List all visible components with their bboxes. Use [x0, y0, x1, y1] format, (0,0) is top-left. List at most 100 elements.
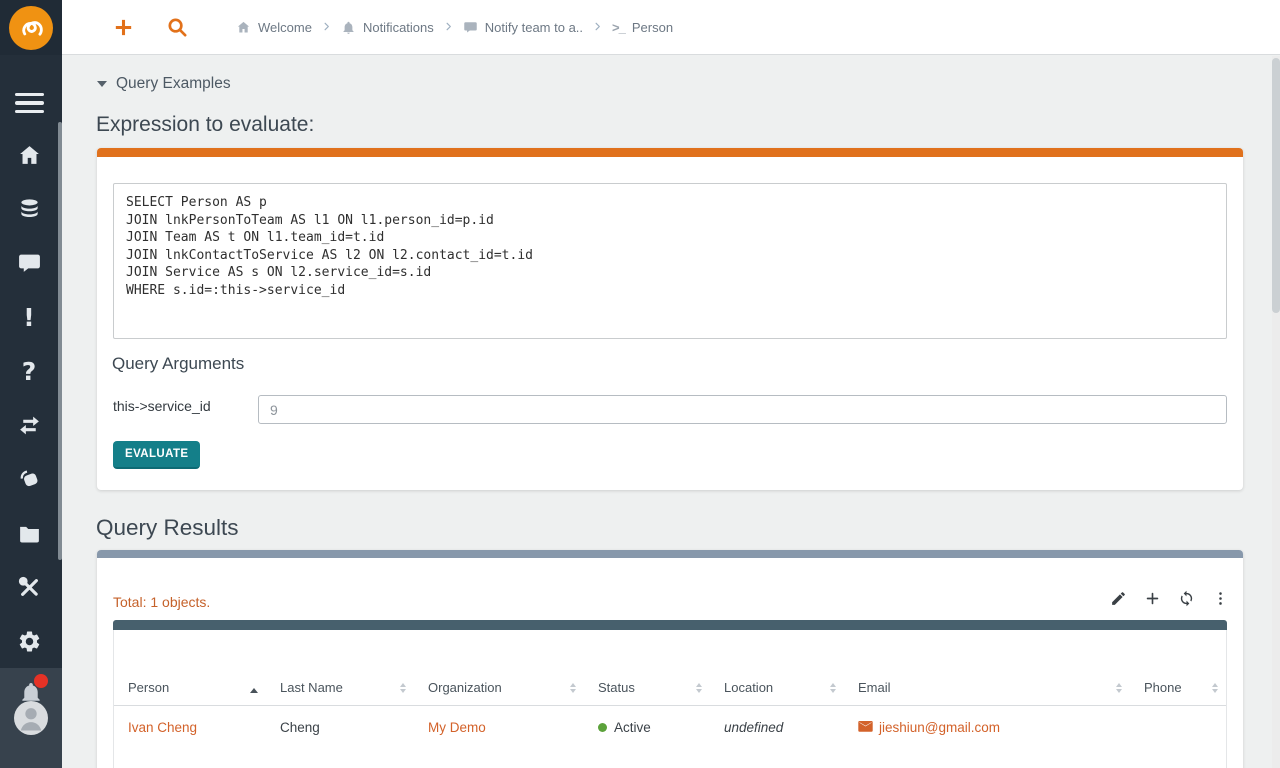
edit-button[interactable] — [1110, 590, 1127, 607]
breadcrumb-label: Person — [631, 20, 674, 35]
table-accent-bar — [113, 620, 1227, 630]
query-results-title: Query Results — [96, 515, 239, 540]
argument-value-input[interactable] — [258, 395, 1227, 424]
sort-icon — [696, 683, 702, 695]
chat-icon — [18, 254, 40, 272]
plus-icon — [115, 19, 132, 36]
sidebar-item-settings[interactable] — [0, 614, 58, 668]
breadcrumb-label: Notify team to a.. — [484, 20, 584, 35]
sort-icon — [570, 683, 576, 695]
sidebar-scrollbar-thumb[interactable] — [58, 122, 62, 560]
sidebar-item-database[interactable] — [0, 182, 58, 236]
tools-icon — [18, 576, 38, 596]
app-logo[interactable] — [9, 6, 53, 50]
main-content: Query Examples Expression to evaluate: S… — [62, 55, 1280, 768]
pencil-icon — [1112, 592, 1125, 605]
column-header-location[interactable]: Location — [710, 630, 844, 705]
status-cell: Active — [584, 706, 710, 768]
sidebar-item-transfers[interactable] — [0, 398, 58, 452]
logo-squiggle-icon — [22, 21, 43, 36]
sidebar-item-help[interactable]: ? — [0, 344, 58, 398]
sort-icon — [400, 683, 406, 695]
logo-area — [0, 0, 62, 55]
expression-panel: SELECT Person AS p JOIN lnkPersonToTeam … — [97, 148, 1243, 490]
sort-icon — [1116, 683, 1122, 695]
breadcrumb-item-notifications[interactable]: Notifications — [341, 20, 434, 35]
chat-icon — [464, 22, 477, 33]
page-scrollbar-track — [1272, 56, 1280, 768]
argument-label: this->service_id — [113, 398, 211, 414]
exclamation-icon: ! — [23, 302, 35, 332]
organization-link[interactable]: My Demo — [428, 720, 486, 735]
home-icon — [19, 145, 39, 164]
transfer-arrows-icon — [19, 416, 39, 434]
breadcrumb-item-notify-team[interactable]: Notify team to a.. — [463, 20, 583, 35]
status-active-dot — [598, 723, 607, 732]
email-link[interactable]: jieshiun@gmail.com — [879, 720, 1000, 735]
folder-icon — [19, 526, 39, 542]
sort-asc-icon — [250, 688, 258, 695]
sidebar-item-services[interactable] — [0, 452, 58, 506]
results-accent-bar — [97, 550, 1243, 558]
chevron-right-icon — [592, 20, 603, 35]
status-value: Active — [614, 720, 651, 735]
chevron-right-icon — [443, 20, 454, 35]
table-row: Ivan Cheng Cheng My Demo Active undefine… — [114, 706, 1226, 768]
column-header-organization[interactable]: Organization — [414, 630, 584, 705]
global-search-button[interactable] — [166, 16, 189, 39]
bell-icon — [343, 21, 354, 34]
sidebar-item-documents[interactable] — [0, 506, 58, 560]
user-avatar[interactable] — [14, 701, 48, 735]
column-header-last-name[interactable]: Last Name — [266, 630, 414, 705]
panel-accent-bar — [97, 148, 1243, 157]
more-actions-button[interactable] — [1212, 590, 1229, 607]
terminal-icon: >_ — [612, 20, 626, 35]
person-link[interactable]: Ivan Cheng — [128, 720, 197, 735]
last-name-value: Cheng — [280, 720, 320, 735]
menu-toggle-icon[interactable] — [0, 76, 58, 130]
column-header-email[interactable]: Email — [844, 630, 1130, 705]
page-scrollbar-thumb[interactable] — [1272, 58, 1280, 313]
expression-section-title: Expression to evaluate: — [96, 113, 315, 136]
home-icon — [237, 21, 250, 33]
table-header-row: Person Last Name Organization Status Loc… — [114, 630, 1226, 706]
breadcrumb-label: Welcome — [258, 20, 312, 35]
breadcrumb-item-welcome[interactable]: Welcome — [236, 20, 312, 35]
create-new-button[interactable] — [112, 16, 135, 39]
location-value: undefined — [724, 720, 784, 735]
results-panel: Total: 1 objects. Person Last Name Organ… — [97, 550, 1243, 768]
breadcrumb: Welcome Notifications Notify team to a..… — [236, 0, 673, 55]
kebab-menu-icon — [1219, 592, 1222, 605]
database-icon — [20, 198, 38, 217]
sidebar: ! ? — [0, 0, 62, 768]
sidebar-item-chat[interactable] — [0, 236, 58, 290]
sidebar-item-tools[interactable] — [0, 560, 58, 614]
column-header-status[interactable]: Status — [584, 630, 710, 705]
add-button[interactable] — [1144, 590, 1161, 607]
sidebar-item-alerts[interactable]: ! — [0, 290, 58, 344]
search-icon — [168, 18, 187, 37]
email-cell: jieshiun@gmail.com — [844, 706, 1130, 768]
chevron-right-icon — [321, 20, 332, 35]
results-table: Person Last Name Organization Status Loc… — [113, 620, 1227, 768]
query-examples-collapse-header[interactable]: Query Examples — [97, 75, 231, 93]
question-icon: ? — [21, 356, 37, 386]
evaluate-button[interactable]: EVALUATE — [113, 441, 201, 469]
caret-down-icon — [97, 81, 107, 87]
avatar-icon — [20, 708, 42, 731]
sidebar-item-home[interactable] — [0, 128, 58, 182]
envelope-icon — [858, 721, 873, 732]
query-expression-textarea[interactable]: SELECT Person AS p JOIN lnkPersonToTeam … — [113, 183, 1227, 339]
results-total-text: Total: 1 objects. — [113, 594, 211, 610]
column-header-person[interactable]: Person — [114, 630, 266, 705]
refresh-icon — [1180, 590, 1193, 607]
refresh-button[interactable] — [1178, 590, 1195, 607]
plus-icon — [1146, 592, 1159, 605]
collapse-header-label: Query Examples — [116, 75, 231, 92]
breadcrumb-label: Notifications — [362, 20, 434, 35]
breadcrumb-item-person[interactable]: >_ Person — [612, 20, 673, 35]
notification-alert-dot — [34, 674, 48, 688]
query-arguments-title: Query Arguments — [112, 354, 245, 373]
column-header-phone[interactable]: Phone — [1130, 630, 1226, 705]
hand-swoosh-icon — [20, 469, 37, 486]
